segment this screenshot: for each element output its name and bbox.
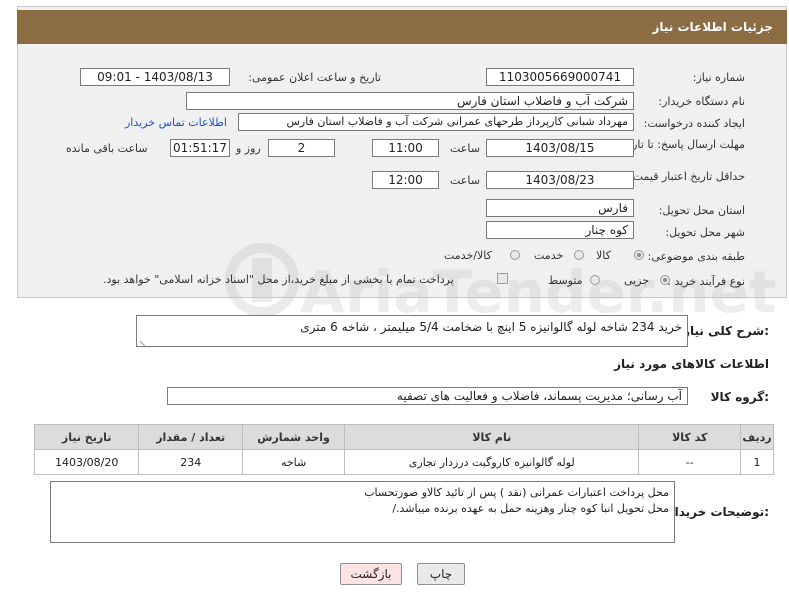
category-option-both: کالا/خدمت bbox=[444, 249, 492, 262]
category-option-goods: کالا bbox=[596, 249, 611, 262]
price-validity-time: 12:00 bbox=[372, 171, 439, 189]
category-label: طبقه بندی موضوعی: bbox=[647, 250, 745, 263]
category-radio-both[interactable] bbox=[510, 250, 520, 260]
price-time-label: ساعت bbox=[450, 174, 480, 187]
need-number-label: شماره نیاز: bbox=[692, 71, 745, 84]
announce-datetime-label: تاریخ و ساعت اعلان عمومی: bbox=[248, 71, 381, 84]
buyer-contact-link[interactable]: اطلاعات تماس خریدار bbox=[125, 116, 227, 129]
goods-section-title: اطلاعات کالاهای مورد نیاز bbox=[614, 357, 769, 371]
summary-label: شرح کلی نیاز: bbox=[683, 324, 769, 338]
category-radio-goods[interactable] bbox=[634, 250, 644, 260]
buyer-org-field: شرکت آب و فاضلاب استان فارس bbox=[186, 92, 634, 110]
purchase-radio-medium[interactable] bbox=[590, 275, 600, 285]
reply-deadline-label: مهلت ارسال پاسخ: تا تاریخ: bbox=[618, 138, 745, 151]
col-goods-code: کد کالا bbox=[638, 424, 742, 450]
category-radio-service[interactable] bbox=[574, 250, 584, 260]
goods-group-label: گروه کالا: bbox=[710, 390, 769, 404]
purchase-radio-minor[interactable] bbox=[660, 275, 670, 285]
reply-days-field: 2 bbox=[268, 139, 335, 157]
table-header-row: ردیف کد کالا نام کالا واحد شمارش تعداد /… bbox=[33, 424, 774, 450]
cell-row-number: 1 bbox=[740, 449, 774, 475]
col-unit: واحد شمارش bbox=[242, 424, 346, 450]
summary-field: خرید 234 شاخه لوله گالوانیزه 5 اینچ با ض… bbox=[136, 315, 688, 347]
purchase-option-medium: متوسط bbox=[548, 274, 583, 287]
cell-quantity: 234 bbox=[138, 449, 244, 475]
buyer-notes-line: محل تحویل انبا کوه چنار وهزینه حمل به عه… bbox=[392, 502, 669, 515]
reply-deadline-time: 11:00 bbox=[372, 139, 439, 157]
goods-table: ردیف کد کالا نام کالا واحد شمارش تعداد /… bbox=[33, 424, 774, 475]
purchase-type-label: نوع فرآیند خرید : bbox=[667, 275, 745, 288]
cell-goods-code: -- bbox=[638, 449, 742, 475]
need-number-field: 1103005669000741 bbox=[486, 68, 634, 86]
table-row: 1 -- لوله گالوانیزه کاروگیت درزدار تجاری… bbox=[33, 449, 774, 475]
print-button[interactable]: چاپ bbox=[417, 563, 465, 585]
requester-label: ایجاد کننده درخواست: bbox=[643, 117, 745, 130]
buyer-notes-line: محل پرداخت اعتبارات عمرانی (نقد ) پس از … bbox=[364, 486, 669, 499]
treasury-payment-checkbox[interactable] bbox=[497, 273, 508, 284]
cell-need-date: 1403/08/20 bbox=[33, 449, 140, 475]
reply-days-label: روز و bbox=[236, 142, 261, 155]
buyer-org-label: نام دستگاه خریدار: bbox=[658, 95, 745, 108]
back-button[interactable]: بازگشت bbox=[340, 563, 402, 585]
reply-time-label: ساعت bbox=[450, 142, 480, 155]
col-row-number: ردیف bbox=[740, 424, 774, 450]
requester-field: مهرداد شبانی کارپرداز طرحهای عمرانی شرکت… bbox=[238, 113, 634, 131]
col-goods-name: نام کالا bbox=[344, 424, 640, 450]
page-title: جزئیات اطلاعات نیاز bbox=[652, 20, 773, 34]
category-option-service: خدمت bbox=[534, 249, 564, 262]
page-header: جزئیات اطلاعات نیاز bbox=[17, 10, 787, 44]
col-quantity: تعداد / مقدار bbox=[138, 424, 244, 450]
cell-goods-name: لوله گالوانیزه کاروگیت درزدار تجاری bbox=[344, 449, 640, 475]
buyer-notes-field: محل پرداخت اعتبارات عمرانی (نقد ) پس از … bbox=[50, 481, 675, 543]
col-need-date: تاریخ نیاز bbox=[33, 424, 140, 450]
delivery-city-label: شهر محل تحویل: bbox=[665, 226, 745, 239]
goods-group-field: آب رسانی؛ مدیریت پسماند، فاضلاب و فعالیت… bbox=[167, 387, 688, 405]
announce-datetime-field: 1403/08/13 - 09:01 bbox=[80, 68, 230, 86]
remaining-time-field: 01:51:17 bbox=[170, 139, 230, 157]
purchase-option-minor: جزیی bbox=[624, 274, 650, 287]
buyer-notes-label: توضیحات خریدار: bbox=[667, 505, 769, 519]
delivery-province-label: استان محل تحویل: bbox=[658, 204, 745, 217]
treasury-payment-note: پرداخت تمام یا بخشی از مبلغ خرید،از محل … bbox=[103, 273, 454, 286]
price-validity-date: 1403/08/23 bbox=[486, 171, 634, 189]
reply-deadline-date: 1403/08/15 bbox=[486, 139, 634, 157]
delivery-province-field: فارس bbox=[486, 199, 634, 217]
delivery-city-field: کوه چنار bbox=[486, 221, 634, 239]
remaining-time-label: ساعت باقی مانده bbox=[66, 142, 148, 155]
cell-unit: شاخه bbox=[242, 449, 346, 475]
